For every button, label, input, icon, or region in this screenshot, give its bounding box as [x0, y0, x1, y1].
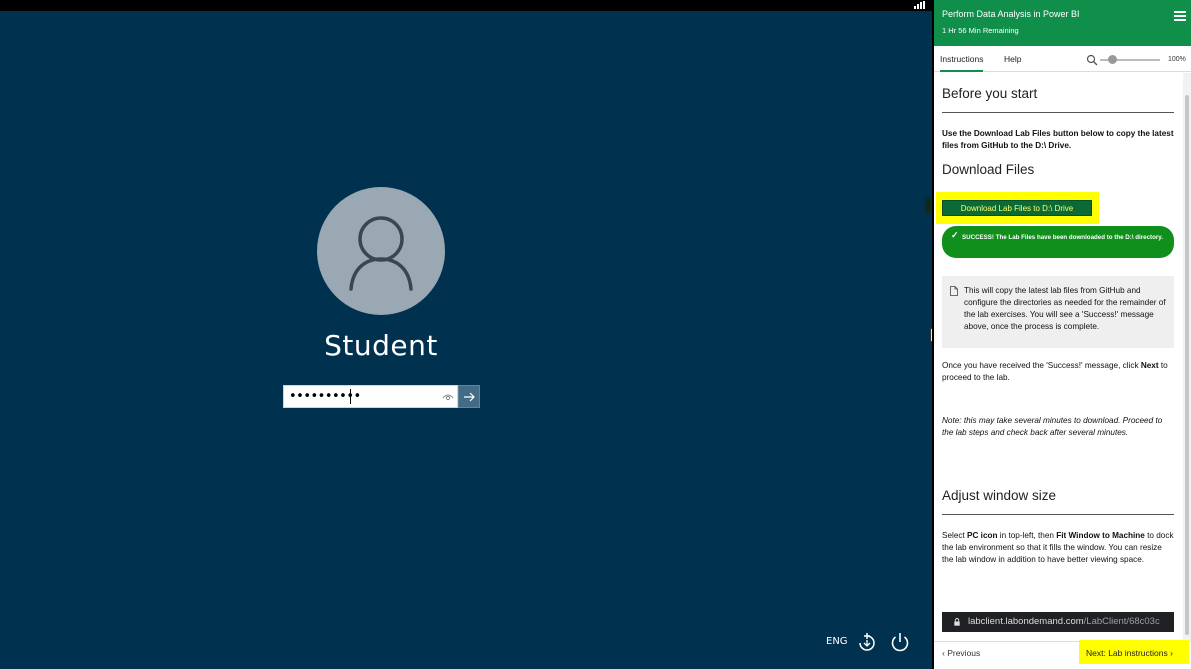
power-icon[interactable] [889, 631, 911, 653]
remote-top-bar [0, 0, 932, 11]
heading-divider [942, 112, 1174, 113]
download-time-note: Note: this may take several minutes to d… [942, 416, 1163, 437]
download-lab-files-button[interactable]: Download Lab Files to D:\ Drive [942, 200, 1092, 216]
adjust-window-text: Select PC icon in top-left, then Fit Win… [942, 531, 1174, 564]
note-text: This will copy the latest lab files from… [964, 286, 1166, 331]
password-input[interactable]: •••••••••• [283, 385, 458, 408]
next-button[interactable]: Next: Lab instructions › [1086, 648, 1173, 658]
ease-of-access-icon[interactable] [856, 631, 878, 653]
panel-tabs: Instructions Help 100% [934, 46, 1191, 72]
success-text: SUCCESS! The Lab Files have been downloa… [962, 234, 1164, 241]
lab-instructions-panel: Perform Data Analysis in Power BI 1 Hr 5… [932, 0, 1191, 669]
scrollbar-thumb[interactable] [1185, 95, 1189, 635]
reveal-password-icon[interactable] [442, 391, 454, 403]
arrow-right-icon [464, 392, 475, 402]
heading-before-you-start: Before you start [942, 86, 1038, 101]
login-username: Student [324, 329, 438, 362]
url-host: labclient.labondemand.com [968, 616, 1084, 627]
heading-divider [942, 514, 1174, 515]
user-avatar-icon [317, 187, 445, 315]
success-message: ✓ SUCCESS! The Lab Files have been downl… [942, 226, 1174, 258]
lab-title: Perform Data Analysis in Power BI [942, 9, 1080, 19]
windows-login-screen: Student •••••••••• ENG [0, 11, 932, 669]
instructions-content: Before you start Use the Download Lab Fi… [934, 73, 1183, 641]
previous-button[interactable]: ‹ Previous [942, 648, 980, 658]
heading-download-files: Download Files [942, 162, 1035, 177]
menu-icon[interactable] [1174, 11, 1186, 21]
panel-footer: ‹ Previous Next: Lab instructions › [934, 640, 1191, 669]
tab-instructions[interactable]: Instructions [940, 54, 984, 72]
panel-scrollbar[interactable] [1183, 73, 1191, 641]
url-path: /LabClient/68c03c [1083, 616, 1160, 627]
heading-adjust-window: Adjust window size [942, 488, 1057, 503]
text-caret [350, 389, 351, 404]
lock-icon [954, 618, 960, 626]
submit-password-button[interactable] [458, 385, 480, 408]
lab-header: Perform Data Analysis in Power BI 1 Hr 5… [934, 0, 1191, 46]
zoom-level: 100% [1168, 56, 1186, 63]
signal-icon [914, 1, 926, 9]
before-text: Use the Download Lab Files button below … [942, 129, 1174, 150]
zoom-slider-handle[interactable] [1108, 55, 1117, 64]
time-remaining: 1 Hr 56 Min Remaining [942, 26, 1019, 35]
language-indicator[interactable]: ENG [826, 636, 848, 647]
zoom-search-icon [1086, 54, 1098, 66]
once-received-text: Once you have received the 'Success!' me… [942, 361, 1168, 382]
url-screenshot: labclient.labondemand.com/LabClient/68c0… [942, 612, 1174, 632]
info-note: This will copy the latest lab files from… [942, 276, 1174, 348]
document-icon [950, 286, 958, 296]
panel-resize-handle[interactable] [925, 197, 931, 213]
check-icon: ✓ [951, 230, 959, 240]
tab-help[interactable]: Help [1004, 54, 1021, 64]
